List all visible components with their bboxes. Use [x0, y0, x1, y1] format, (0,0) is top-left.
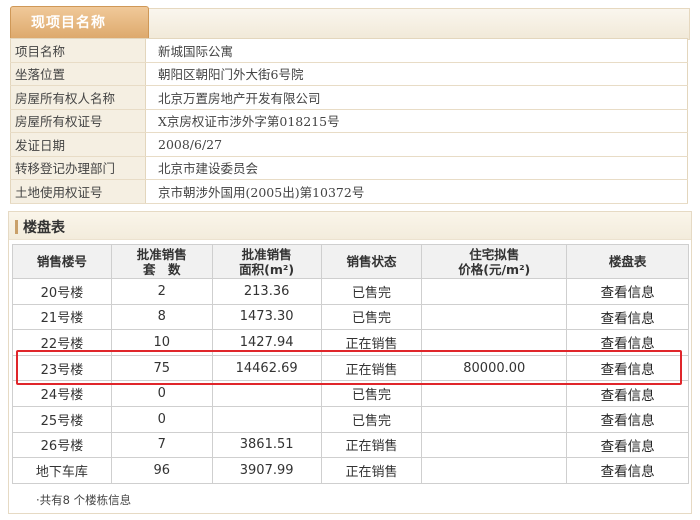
info-row: 房屋所有权人名称 北京万置房地产开发有限公司 [10, 85, 688, 110]
cell-area [211, 405, 322, 433]
col-approved-units-line2: 套 数 [143, 261, 181, 277]
col-approved-area: 批准销售 面积(m²) [211, 244, 322, 279]
table-row: 26号楼 7 3861.51 正在销售 查看信息 [12, 431, 689, 459]
col-approved-units-line1: 批准销售 [136, 246, 187, 262]
cell-price: 80000.00 [421, 354, 568, 382]
cell-area: 1427.94 [211, 329, 322, 356]
cell-building-name: 26号楼 [12, 431, 112, 459]
cell-units: 0 [110, 405, 213, 433]
info-row: 转移登记办理部门 北京市建设委员会 [10, 156, 688, 180]
table-row: 24号楼 0 已售完 查看信息 [12, 380, 689, 407]
cell-units: 10 [110, 329, 213, 356]
view-info-link[interactable]: 查看信息 [566, 303, 689, 331]
view-info-link[interactable]: 查看信息 [566, 329, 689, 356]
col-approved-area-line2: 面积(m²) [239, 261, 295, 277]
info-label: 房屋所有权证号 [10, 109, 146, 133]
info-label: 土地使用权证号 [10, 179, 146, 204]
info-row: 房屋所有权证号 X京房权证市涉外字第018215号 [10, 109, 688, 133]
project-name-tab[interactable]: 现项目名称 [10, 6, 149, 40]
cell-building-name: 24号楼 [12, 380, 112, 407]
cell-area: 213.36 [211, 278, 322, 305]
cell-units: 2 [110, 278, 213, 305]
view-info-link[interactable]: 查看信息 [566, 380, 689, 407]
view-info-link[interactable]: 查看信息 [566, 431, 689, 459]
cell-status: 已售完 [320, 278, 423, 305]
info-row: 坐落位置 朝阳区朝阳门外大街6号院 [10, 62, 688, 86]
cell-units: 7 [110, 431, 213, 459]
col-planned-price-line1: 住宅拟售 [469, 246, 520, 262]
col-building-number: 销售楼号 [12, 244, 112, 279]
cell-building-name: 20号楼 [12, 278, 112, 305]
cell-status: 已售完 [320, 380, 423, 407]
view-info-link[interactable]: 查看信息 [566, 354, 689, 382]
col-planned-price-line2: 价格(元/m²) [458, 261, 531, 277]
info-label: 房屋所有权人名称 [10, 85, 146, 110]
info-value: 北京市建设委员会 [145, 156, 688, 180]
cell-area: 3907.99 [211, 457, 322, 484]
cell-units: 96 [110, 457, 213, 484]
view-info-link[interactable]: 查看信息 [566, 457, 689, 484]
cell-price [421, 278, 568, 305]
info-value: 朝阳区朝阳门外大街6号院 [145, 62, 688, 86]
info-row: 发证日期 2008/6/27 [10, 132, 688, 157]
building-count-footer: ·共有8 个楼栋信息 [36, 493, 132, 507]
buildings-panel: 楼盘表 销售楼号 批准销售套 数 批准销售 面积(m²) 销售状态 住宅拟售 价格(… [8, 211, 692, 514]
cell-building-name: 21号楼 [12, 303, 112, 331]
col-approved-units: 批准销售套 数 [110, 244, 213, 279]
info-value: 新城国际公寓 [145, 38, 688, 63]
table-row: 25号楼 0 已售完 查看信息 [12, 405, 689, 433]
cell-status: 已售完 [320, 405, 423, 433]
table-header-row: 销售楼号 批准销售套 数 批准销售 面积(m²) 销售状态 住宅拟售 价格(元/m²… [12, 244, 689, 279]
cell-status: 正在销售 [320, 329, 423, 356]
view-info-link[interactable]: 查看信息 [566, 405, 689, 433]
info-value: 北京万置房地产开发有限公司 [145, 85, 688, 110]
buildings-header: 楼盘表 [9, 212, 691, 240]
cell-price [421, 431, 568, 459]
buildings-title: 楼盘表 [23, 220, 65, 236]
cell-status: 正在销售 [320, 457, 423, 484]
table-row: 23号楼 75 14462.69 正在销售 80000.00 查看信息 [12, 354, 689, 382]
cell-units: 8 [110, 303, 213, 331]
cell-area: 3861.51 [211, 431, 322, 459]
cell-price [421, 405, 568, 433]
col-approved-area-line1: 批准销售 [241, 246, 292, 262]
cell-units: 0 [110, 380, 213, 407]
col-planned-price: 住宅拟售 价格(元/m²) [421, 244, 568, 279]
info-value: 2008/6/27 [145, 132, 688, 157]
cell-units: 75 [110, 354, 213, 382]
table-row: 22号楼 10 1427.94 正在销售 查看信息 [12, 329, 689, 356]
col-building-table: 楼盘表 [566, 244, 689, 279]
cell-area: 1473.30 [211, 303, 322, 331]
table-row: 地下车库 96 3907.99 正在销售 查看信息 [12, 457, 689, 484]
col-sales-status: 销售状态 [320, 244, 423, 279]
cell-price [421, 380, 568, 407]
info-label: 坐落位置 [10, 62, 146, 86]
cell-status: 正在销售 [320, 354, 423, 382]
cell-area: 14462.69 [211, 354, 322, 382]
header-accent-bar [15, 220, 18, 234]
cell-building-name: 25号楼 [12, 405, 112, 433]
cell-status: 已售完 [320, 303, 423, 331]
info-label: 项目名称 [10, 38, 146, 63]
cell-price [421, 329, 568, 356]
info-row: 土地使用权证号 京市朝涉外国用(2005出)第10372号 [10, 179, 688, 204]
view-info-link[interactable]: 查看信息 [566, 278, 689, 305]
info-row: 项目名称 新城国际公寓 [10, 38, 688, 63]
cell-building-name: 地下车库 [12, 457, 112, 484]
project-info-table: 项目名称 新城国际公寓 坐落位置 朝阳区朝阳门外大街6号院 房屋所有权人名称 北… [10, 38, 688, 204]
info-value: X京房权证市涉外字第018215号 [145, 109, 688, 133]
cell-status: 正在销售 [320, 431, 423, 459]
info-value: 京市朝涉外国用(2005出)第10372号 [145, 179, 688, 204]
cell-price [421, 303, 568, 331]
cell-area [211, 380, 322, 407]
cell-building-name: 22号楼 [12, 329, 112, 356]
cell-building-name: 23号楼 [12, 354, 112, 382]
cell-price [421, 457, 568, 484]
table-row: 20号楼 2 213.36 已售完 查看信息 [12, 278, 689, 305]
info-label: 发证日期 [10, 132, 146, 157]
table-row: 21号楼 8 1473.30 已售完 查看信息 [12, 303, 689, 331]
info-label: 转移登记办理部门 [10, 156, 146, 180]
buildings-table: 销售楼号 批准销售套 数 批准销售 面积(m²) 销售状态 住宅拟售 价格(元/m²… [12, 244, 689, 484]
